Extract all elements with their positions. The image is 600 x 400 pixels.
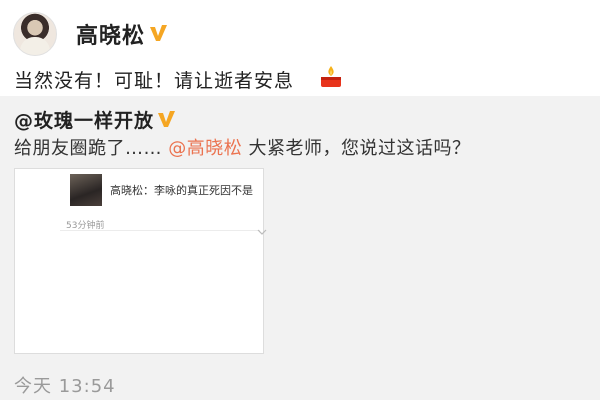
post-timestamp: 今天 13:54: [14, 376, 116, 397]
author-name[interactable]: 高晓松: [76, 18, 145, 50]
card-divider: [60, 230, 260, 231]
chevron-down-icon[interactable]: [257, 227, 267, 237]
candle-icon: [321, 66, 341, 87]
repost-text-before: 给朋友圈跪了……: [14, 138, 169, 159]
repost-text-after: 大紧老师，您说过这话吗？: [242, 138, 471, 159]
verified-badge-icon: [158, 111, 175, 127]
repost-block[interactable]: @玫瑰一样开放 给朋友圈跪了…… @高晓松 大紧老师，您说过这话吗？: [0, 96, 600, 400]
repost-text: 给朋友圈跪了…… @高晓松 大紧老师，您说过这话吗？: [14, 134, 470, 160]
avatar[interactable]: [13, 12, 57, 56]
post-text: 当然没有！可耻！请让逝者安息: [14, 70, 295, 92]
mention-link[interactable]: @高晓松: [168, 138, 242, 159]
repost-author[interactable]: @玫瑰一样开放: [14, 106, 154, 133]
card-text: 高晓松：李咏的真正死因不是: [110, 184, 253, 197]
post-header: 高晓松: [0, 0, 600, 60]
card-thumbnail: [70, 174, 102, 206]
verified-badge-icon: [150, 25, 167, 41]
